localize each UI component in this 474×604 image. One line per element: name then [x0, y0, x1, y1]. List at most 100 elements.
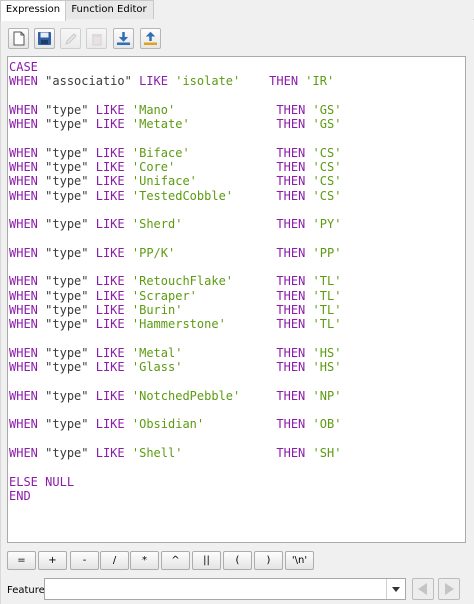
keyword-token: THEN: [276, 274, 306, 289]
tab-function-editor[interactable]: Function Editor: [64, 0, 154, 19]
tab-bar: Expression Function Editor: [0, 0, 474, 21]
save-button[interactable]: [34, 28, 55, 49]
export-icon: [144, 31, 157, 45]
string-token: 'Uniface': [131, 174, 197, 189]
keyword-token: THEN: [269, 74, 299, 89]
string-token: 'HS': [312, 360, 342, 375]
keyword-token: LIKE: [95, 274, 125, 289]
operator-minus-button[interactable]: -: [70, 551, 99, 570]
expression-code[interactable]: CASE WHEN "associatio" LIKE 'isolate' THE…: [9, 60, 341, 503]
keyword-token: THEN: [276, 188, 306, 203]
operator-plus-button[interactable]: +: [38, 551, 67, 570]
field-token: "type": [45, 117, 89, 132]
string-token: 'Hammerstone': [131, 317, 226, 332]
string-token: 'NotchedPebble': [131, 388, 241, 403]
operator-close-paren-button[interactable]: ): [254, 551, 283, 570]
combo-dropdown-button[interactable]: [386, 579, 405, 599]
operator-power-button[interactable]: ^: [161, 551, 190, 570]
field-token: "type": [45, 217, 89, 232]
edit-button[interactable]: [60, 28, 81, 49]
export-button[interactable]: [140, 28, 161, 49]
operator-equals-button[interactable]: =: [7, 551, 36, 570]
field-token: "type": [45, 303, 89, 318]
new-file-button[interactable]: [8, 28, 29, 49]
keyword-token: THEN: [276, 217, 306, 232]
import-icon: [117, 32, 130, 45]
previous-feature-button[interactable]: [412, 578, 434, 600]
feature-label: Feature: [7, 585, 45, 596]
string-token: 'GS': [312, 102, 342, 117]
string-token: 'IR': [305, 74, 335, 89]
string-token: 'TL': [312, 288, 342, 303]
string-token: 'TL': [312, 274, 342, 289]
import-button[interactable]: [113, 28, 134, 49]
string-token: 'Metate': [131, 117, 190, 132]
expression-editor[interactable]: CASE WHEN "associatio" LIKE 'isolate' THE…: [7, 56, 466, 543]
string-token: 'HS': [312, 345, 342, 360]
operator-open-paren-button[interactable]: (: [223, 551, 252, 570]
string-token: 'Scraper': [131, 288, 197, 303]
keyword-token: WHEN: [9, 288, 38, 303]
tab-expression[interactable]: Expression: [0, 0, 66, 21]
code-line: WHEN "type" LIKE 'Obsidian' THEN 'OB': [9, 417, 341, 431]
keyword-token: LIKE: [95, 345, 125, 360]
keyword-token: LIKE: [95, 174, 125, 189]
keyword-token: THEN: [276, 303, 306, 318]
code-line: WHEN "type" LIKE 'PP/K' THEN 'PP': [9, 246, 341, 260]
feature-combobox[interactable]: [44, 578, 406, 600]
operator-divide-button[interactable]: /: [100, 551, 129, 570]
string-token: 'TL': [312, 303, 342, 318]
keyword-token: WHEN: [9, 145, 38, 160]
code-line: WHEN "type" LIKE 'Metal' THEN 'HS': [9, 346, 341, 360]
code-line: WHEN "type" LIKE 'TestedCobble' THEN 'CS…: [9, 189, 341, 203]
string-token: 'Burin': [131, 303, 183, 318]
operator-multiply-button[interactable]: *: [130, 551, 159, 570]
save-icon: [38, 32, 51, 45]
keyword-token: WHEN: [9, 102, 38, 117]
chevron-down-icon: [392, 586, 400, 592]
delete-button[interactable]: [86, 28, 107, 49]
field-token: "type": [45, 317, 89, 332]
keyword-token: LIKE: [95, 446, 125, 461]
keyword-token: WHEN: [9, 417, 38, 432]
keyword-token: LIKE: [95, 160, 125, 175]
string-token: 'Glass': [131, 360, 183, 375]
operator-newline-button[interactable]: '\n': [285, 551, 314, 570]
next-feature-button[interactable]: [438, 578, 460, 600]
keyword-token: WHEN: [9, 117, 38, 132]
operator-concat-button[interactable]: ||: [192, 551, 221, 570]
keyword-token: THEN: [276, 245, 306, 260]
